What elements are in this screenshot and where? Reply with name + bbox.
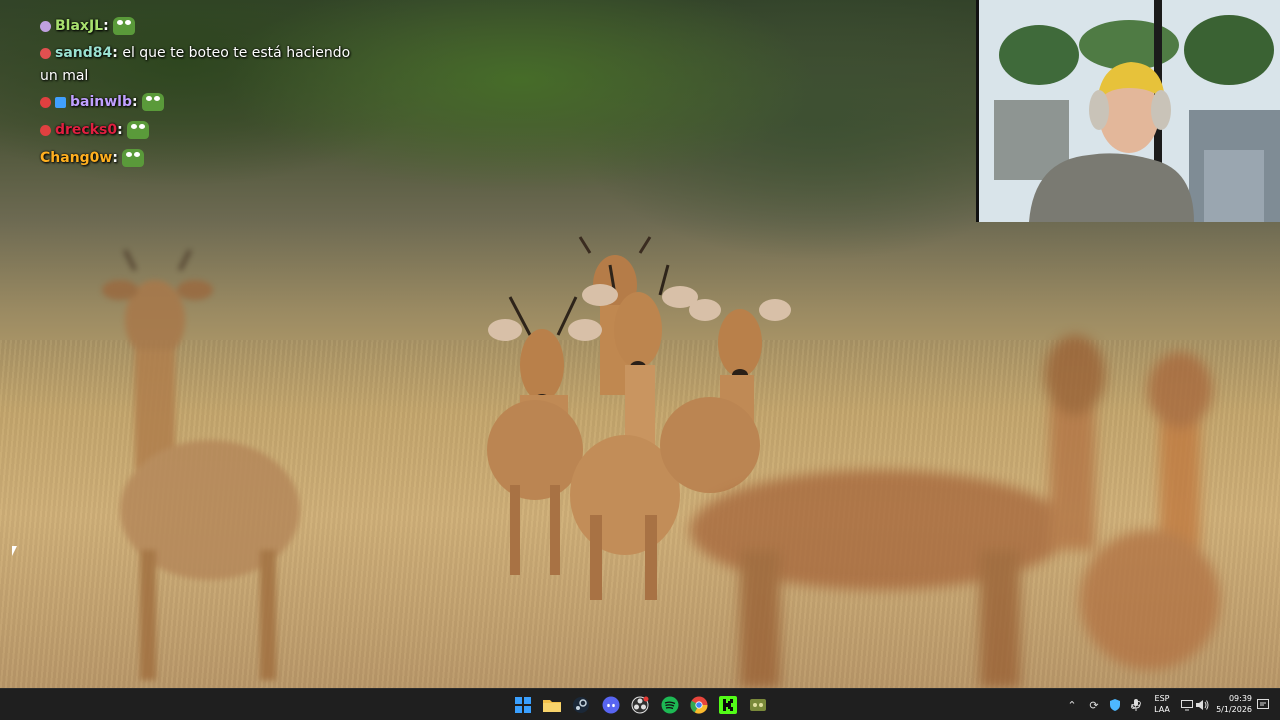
chat-message-2: sand84: el que te boteo te está haciendo… bbox=[40, 45, 351, 84]
chat-badge-icon bbox=[55, 96, 66, 108]
file-explorer-icon[interactable] bbox=[542, 695, 562, 715]
chrome-icon[interactable] bbox=[689, 695, 709, 715]
chat-badge-icon bbox=[40, 47, 51, 59]
microphone-icon[interactable] bbox=[1129, 698, 1143, 712]
chat-message-4: drecks0: bbox=[40, 116, 370, 144]
language-code: ESP bbox=[1154, 694, 1170, 703]
streamer-webcam bbox=[976, 0, 1280, 222]
discord-icon[interactable] bbox=[601, 695, 621, 715]
monitor-icon[interactable] bbox=[1180, 698, 1194, 712]
chat-message-3: bainwlb: bbox=[40, 88, 370, 116]
language-indicator[interactable]: ESP LAA bbox=[1151, 693, 1173, 715]
steam-icon[interactable] bbox=[571, 695, 591, 715]
chat-username[interactable]: BlaxJL bbox=[55, 18, 103, 34]
volume-icon[interactable] bbox=[1195, 698, 1209, 712]
keyboard-layout: LAA bbox=[1154, 705, 1170, 714]
impala-right-blurred bbox=[690, 335, 1220, 688]
chat-message-5: Chang0w: bbox=[40, 144, 370, 172]
windows-taskbar: ⌃ ⟳ ☍ ESP LAA 09:39 5/1/2026 bbox=[0, 688, 1280, 720]
spotify-icon[interactable] bbox=[660, 695, 680, 715]
kick-icon[interactable] bbox=[718, 695, 738, 715]
chat-username[interactable]: sand84 bbox=[55, 45, 112, 61]
chevron-up-icon[interactable]: ⌃ bbox=[1065, 698, 1079, 712]
clock-date: 5/1/2026 bbox=[1216, 705, 1252, 714]
pepe-emote-icon bbox=[141, 93, 164, 111]
webcam-scene bbox=[979, 0, 1280, 222]
chat-message-1: BlaxJL: bbox=[40, 12, 370, 40]
obs-icon[interactable] bbox=[630, 695, 650, 715]
pepe-emote-icon bbox=[126, 121, 149, 139]
chat-username[interactable]: Chang0w bbox=[40, 150, 112, 166]
mouse-cursor bbox=[12, 546, 17, 556]
chat-badge-icon bbox=[40, 20, 51, 32]
clock-time: 09:39 bbox=[1228, 694, 1252, 703]
impala-left-blurred bbox=[102, 250, 300, 680]
pepe-emote-icon bbox=[121, 149, 144, 167]
notification-icon[interactable] bbox=[1256, 698, 1270, 712]
chat-overlay: BlaxJL: sand84: el que te boteo te está … bbox=[40, 12, 370, 172]
system-clock[interactable]: 09:39 5/1/2026 bbox=[1212, 693, 1252, 715]
chat-badge-icon bbox=[40, 96, 51, 108]
chat-username[interactable]: bainwlb bbox=[70, 94, 132, 110]
game-controller-icon[interactable] bbox=[748, 695, 768, 715]
shield-icon[interactable] bbox=[1108, 698, 1122, 712]
chat-badge-icon bbox=[40, 124, 51, 136]
sync-icon[interactable]: ⟳ bbox=[1087, 698, 1101, 712]
pepe-emote-icon bbox=[112, 17, 135, 35]
windows-start-icon[interactable] bbox=[513, 695, 533, 715]
chat-username[interactable]: drecks0 bbox=[55, 122, 117, 138]
